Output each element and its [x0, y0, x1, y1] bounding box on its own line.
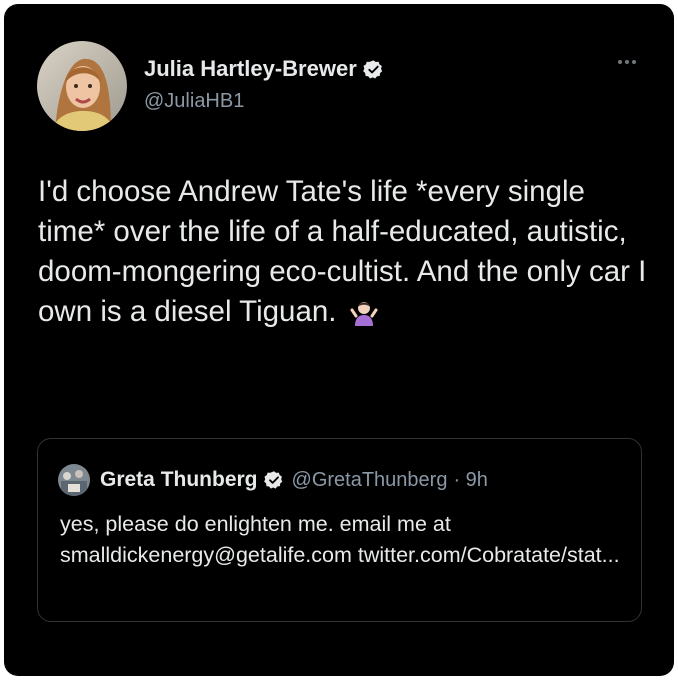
quoted-author-avatar[interactable]	[58, 464, 90, 496]
quoted-author-name[interactable]: Greta Thunberg	[100, 468, 258, 492]
person-shrugging-emoji-icon	[349, 297, 379, 338]
author-avatar[interactable]	[37, 41, 127, 131]
tweet-text: I'd choose Andrew Tate's life *every sin…	[38, 172, 653, 338]
quoted-tweet[interactable]: Greta Thunberg @GretaThunberg · 9h yes, …	[37, 438, 642, 622]
author-name-row[interactable]: Julia Hartley-Brewer	[144, 56, 384, 82]
author-name[interactable]: Julia Hartley-Brewer	[144, 56, 357, 82]
author-handle[interactable]: @JuliaHB1	[144, 90, 244, 113]
quoted-timestamp[interactable]: · 9h	[453, 469, 487, 492]
quoted-header: Greta Thunberg @GretaThunberg · 9h	[100, 468, 488, 492]
quoted-author-handle[interactable]: @GretaThunberg	[292, 469, 448, 492]
verified-badge-icon	[362, 59, 382, 79]
quoted-tweet-text: yes, please do enlighten me. email me at…	[60, 512, 620, 567]
verified-badge-icon	[263, 471, 282, 489]
tweet-body: I'd choose Andrew Tate's life *every sin…	[38, 175, 647, 328]
more-options-icon[interactable]	[618, 60, 636, 64]
tweet-card: Julia Hartley-Brewer @JuliaHB1 I'd choos…	[4, 4, 674, 676]
